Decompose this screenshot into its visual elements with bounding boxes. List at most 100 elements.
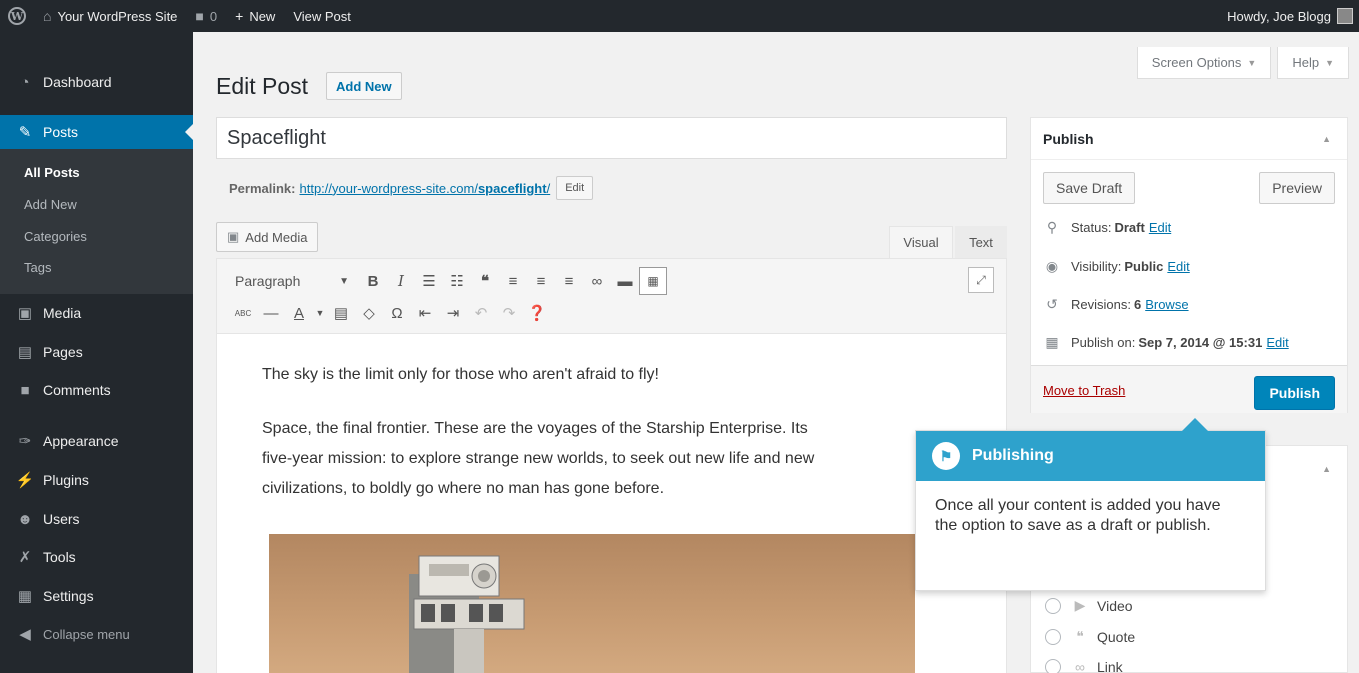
move-to-trash-link[interactable]: Move to Trash — [1043, 383, 1125, 398]
italic-icon[interactable]: I — [387, 267, 415, 295]
wordpress-logo-icon[interactable]: W — [0, 0, 34, 32]
help-icon[interactable]: ❓ — [523, 299, 551, 327]
menu-item-comments[interactable]: ■ Comments — [0, 373, 193, 407]
format-select[interactable]: Paragraph ▼ — [229, 267, 359, 295]
read-more-icon[interactable]: ▬ — [611, 267, 639, 295]
align-center-icon[interactable]: ≡ — [527, 267, 555, 295]
collapse-arrow-icon[interactable]: ▲ — [1322, 464, 1331, 474]
publish-box: Publish ▲ Save Draft Preview ⚲ Status: D… — [1030, 117, 1348, 413]
settings-icon: ▦ — [17, 588, 33, 605]
bullet-list-icon[interactable]: ☰ — [415, 267, 443, 295]
format-option-quote[interactable]: ❝ Quote — [1045, 628, 1135, 645]
menu-item-appearance[interactable]: ✑ Appearance — [0, 424, 193, 458]
menu-item-tools[interactable]: ✗ Tools — [0, 540, 193, 574]
view-post-link[interactable]: View Post — [284, 0, 360, 32]
horizontal-line-icon[interactable]: — — [257, 299, 285, 327]
status-edit-link[interactable]: Edit — [1149, 220, 1171, 235]
link-icon[interactable]: ∞ — [583, 267, 611, 295]
menu-label-settings: Settings — [43, 588, 94, 604]
align-left-icon[interactable]: ≡ — [499, 267, 527, 295]
page-title: Edit Post — [216, 73, 309, 99]
paste-text-icon[interactable]: ▤ — [327, 299, 355, 327]
bold-icon[interactable]: B — [359, 267, 387, 295]
revisions-row: ↺ Revisions: 6 Browse — [1043, 296, 1188, 313]
format-select-value: Paragraph — [235, 273, 301, 289]
users-icon: ☻ — [17, 510, 33, 528]
radio-button[interactable] — [1045, 659, 1061, 673]
comment-icon: ■ — [195, 8, 204, 24]
caret-down-icon: ▼ — [1325, 57, 1334, 68]
screen-options-label: Screen Options — [1151, 55, 1242, 70]
save-draft-button[interactable]: Save Draft — [1043, 172, 1136, 204]
menu-item-media[interactable]: ▣ Media — [0, 296, 193, 330]
strikethrough-icon[interactable]: ABC — [229, 299, 257, 327]
indent-icon[interactable]: ⇥ — [439, 299, 467, 327]
wrench-icon: ✗ — [18, 549, 32, 566]
submenu-categories[interactable]: Categories — [24, 229, 87, 244]
format-option-link[interactable]: ∞ Link — [1045, 659, 1123, 673]
collapse-arrow-icon[interactable]: ▲ — [1322, 134, 1331, 144]
publish-date-edit-link[interactable]: Edit — [1266, 335, 1288, 350]
menu-item-dashboard[interactable]: ◔ Dashboard — [0, 65, 193, 99]
numbered-list-icon[interactable]: ☷ — [443, 267, 471, 295]
radio-button[interactable] — [1045, 628, 1061, 645]
permalink-edit-button[interactable]: Edit — [556, 176, 594, 200]
revisions-browse-link[interactable]: Browse — [1145, 297, 1188, 312]
publish-button[interactable]: Publish — [1254, 376, 1335, 410]
menu-item-posts[interactable]: ✎ Posts — [0, 115, 193, 149]
tab-visual[interactable]: Visual — [889, 226, 953, 258]
site-name-label: Your WordPress Site — [57, 8, 178, 24]
menu-item-settings[interactable]: ▦ Settings — [0, 579, 193, 613]
paragraph: Space, the final frontier. These are the… — [262, 420, 808, 437]
menu-item-users[interactable]: ☻ Users — [0, 502, 193, 536]
menu-label-dashboard: Dashboard — [43, 74, 112, 90]
menu-label-comments: Comments — [43, 382, 111, 398]
submenu-all-posts[interactable]: All Posts — [24, 165, 80, 180]
rover-image-drawing — [409, 555, 525, 673]
toolbar-toggle-icon[interactable]: ▦ — [639, 267, 667, 295]
format-label-link: Link — [1097, 659, 1123, 673]
align-right-icon[interactable]: ≡ — [555, 267, 583, 295]
help-button[interactable]: Help ▼ — [1277, 47, 1349, 79]
redo-icon[interactable]: ↷ — [495, 299, 523, 327]
fullscreen-icon[interactable]: ⤢ — [968, 267, 994, 293]
rover-image[interactable] — [269, 534, 915, 673]
add-media-button[interactable]: ▣ Add Media — [216, 222, 319, 252]
text-color-icon[interactable]: A — [285, 299, 313, 327]
post-title-input[interactable]: Spaceflight — [216, 117, 1007, 159]
add-new-button[interactable]: Add New — [326, 72, 402, 100]
video-icon: ▶ — [1074, 597, 1086, 613]
clear-formatting-icon[interactable]: ◇ — [355, 299, 383, 327]
permalink-url[interactable]: http://your-wordpress-site.com/spaceflig… — [299, 181, 550, 196]
comments-link[interactable]: ■ 0 — [186, 0, 226, 32]
screen-meta-links: Screen Options ▼ Help ▼ — [1136, 47, 1349, 79]
submenu-tags[interactable]: Tags — [24, 260, 51, 275]
special-character-icon[interactable]: Ω — [383, 299, 411, 327]
pin-icon: ✎ — [18, 124, 32, 141]
preview-button[interactable]: Preview — [1259, 172, 1335, 204]
menu-item-pages[interactable]: ▤ Pages — [0, 335, 193, 369]
visibility-edit-link[interactable]: Edit — [1167, 259, 1189, 274]
caret-down-icon[interactable]: ▼ — [313, 299, 327, 327]
publishing-pointer: ⚑ Publishing Once all your content is ad… — [915, 418, 1266, 591]
quote-icon: ❝ — [1076, 628, 1084, 644]
paragraph: The sky is the limit only for those who … — [262, 366, 659, 383]
screen-options-button[interactable]: Screen Options ▼ — [1136, 47, 1272, 79]
permalink-base: http://your-wordpress-site.com/ — [299, 180, 478, 196]
editor-content[interactable]: The sky is the limit only for those who … — [216, 334, 1007, 673]
publish-box-header[interactable]: Publish ▲ — [1031, 118, 1347, 160]
tab-text[interactable]: Text — [955, 226, 1007, 258]
undo-icon[interactable]: ↶ — [467, 299, 495, 327]
collapse-menu-button[interactable]: ◀ Collapse menu — [0, 617, 193, 651]
menu-item-plugins[interactable]: ⚡ Plugins — [0, 463, 193, 497]
site-name-link[interactable]: ⌂ Your WordPress Site — [34, 0, 186, 32]
outdent-icon[interactable]: ⇤ — [411, 299, 439, 327]
account-menu[interactable]: Howdy, Joe Blogg — [1218, 0, 1359, 32]
plus-icon: + — [235, 8, 244, 24]
format-option-video[interactable]: ▶ Video — [1045, 597, 1133, 614]
blockquote-icon[interactable]: ❝ — [471, 267, 499, 295]
radio-button[interactable] — [1045, 597, 1061, 614]
submenu-add-new[interactable]: Add New — [24, 197, 77, 212]
new-content-link[interactable]: + New — [226, 0, 284, 32]
menu-label-media: Media — [43, 305, 82, 321]
